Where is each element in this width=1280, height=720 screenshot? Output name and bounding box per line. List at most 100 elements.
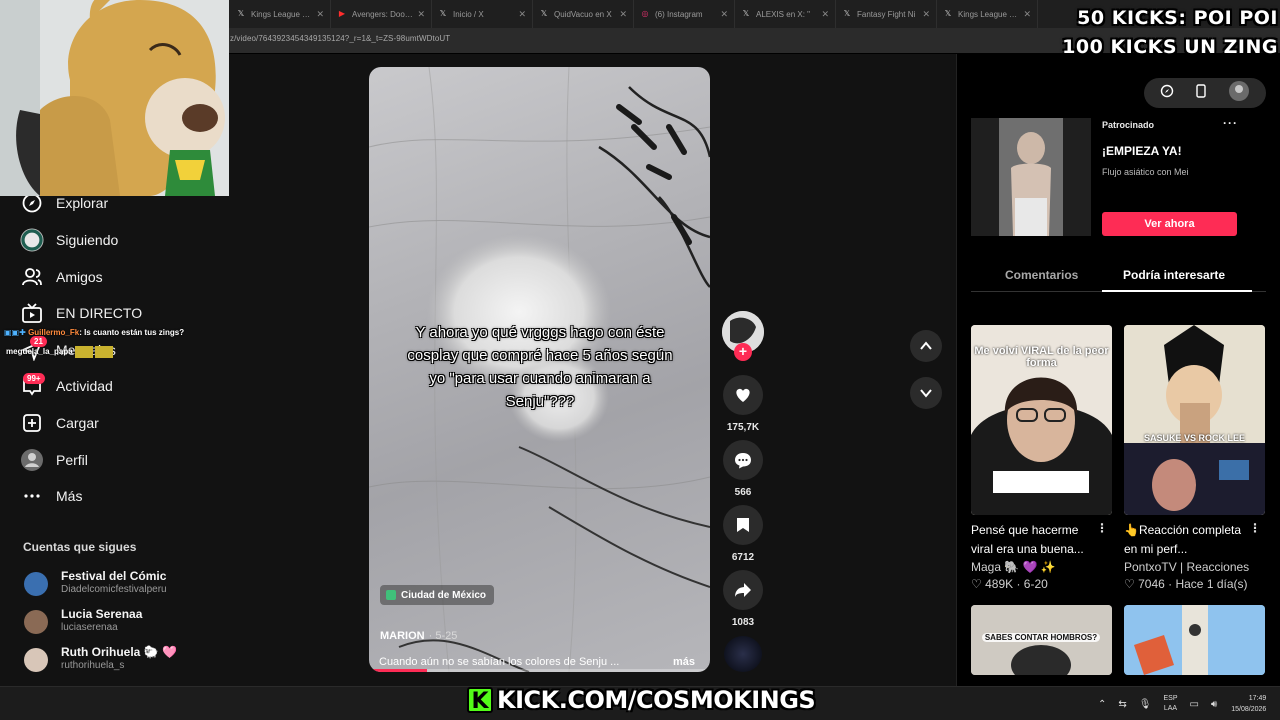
next-video-button[interactable] [910, 377, 942, 409]
video-player[interactable]: Y ahora yo qué vrgggs hago con éste cosp… [369, 67, 710, 672]
account-handle: luciaserenaa [61, 622, 118, 633]
followed-account[interactable]: Festival del Cómic Diadelcomicfestivalper… [24, 569, 167, 596]
close-icon[interactable]: ✕ [821, 9, 829, 20]
phone-icon[interactable] [1195, 83, 1207, 103]
like-action[interactable]: 175,7K [722, 375, 764, 433]
ad-subtitle: Flujo asiático con Mei [1102, 167, 1189, 177]
profile-icon [20, 448, 44, 472]
view-count: 489K [985, 577, 1014, 591]
video-thumbnail[interactable]: Me volví VIRAL de la peor forma [971, 325, 1112, 515]
recommended-video-thumbnail[interactable]: SABES CONTAR HOMBROS? [971, 605, 1112, 675]
close-icon[interactable]: ✕ [518, 9, 526, 20]
video-progress-bar[interactable] [369, 669, 710, 672]
sidebar-item-en-directo[interactable]: EN DIRECTO [20, 300, 142, 326]
volume-icon[interactable]: 🔊︎ [1211, 699, 1217, 710]
sidebar-item-amigos[interactable]: Amigos [20, 264, 103, 290]
network-icon[interactable]: ⇆ [1118, 699, 1126, 710]
heart-icon[interactable] [723, 375, 763, 415]
wifi-icon[interactable]: ▭ [1190, 699, 1199, 710]
lang-layout: LAA [1163, 705, 1178, 712]
system-clock[interactable]: 17:49 15/08/2026 [1231, 693, 1266, 715]
follow-plus-button[interactable]: + [734, 343, 752, 361]
share-action[interactable]: 1083 [722, 570, 764, 628]
account-name: Ruth Orihuela 🐑 🩷 [61, 645, 177, 659]
close-icon[interactable]: ✕ [922, 9, 930, 20]
recommended-video-card[interactable]: SASUKE VS ROCK LEE 👆Reacción completa en… [1124, 325, 1265, 593]
close-icon[interactable]: ✕ [619, 9, 627, 20]
video-overlay-text: Y ahora yo qué vrgggs hago con éste cosp… [407, 324, 673, 410]
browser-tab[interactable]: 𝕏 Kings League Op ✕ [937, 0, 1038, 28]
bookmark-icon[interactable] [723, 505, 763, 545]
location-pin-icon [386, 590, 396, 600]
video-title[interactable]: 👆Reacción completa en mi perf... [1124, 521, 1252, 559]
bear-mascot-image [0, 0, 229, 196]
recommended-video-card[interactable]: Me volví VIRAL de la peor forma Pensé qu… [971, 325, 1112, 593]
chevron-up-icon[interactable]: ⌃ [1098, 699, 1106, 710]
tab-label: ALEXIS en X: " [756, 9, 810, 19]
chevron-up-icon [920, 341, 932, 350]
save-count: 6712 [731, 552, 755, 563]
close-icon[interactable]: ✕ [720, 9, 728, 20]
tab-podria-interesarte[interactable]: Podría interesarte [1123, 268, 1225, 282]
language-indicator[interactable]: ESP LAA [1163, 694, 1177, 714]
save-action[interactable]: 6712 [722, 505, 764, 563]
more-options-icon[interactable]: ··· [1223, 116, 1238, 130]
previous-video-button[interactable] [910, 330, 942, 362]
share-icon[interactable] [723, 570, 763, 610]
tab-comentarios[interactable]: Comentarios [1005, 268, 1078, 282]
browser-tab[interactable]: ◎ (6) Instagram ✕ [634, 0, 735, 28]
clock-time: 17:49 [1248, 695, 1267, 702]
compass-icon[interactable] [1160, 84, 1174, 103]
followed-account[interactable]: Lucia Serenaa luciaserenaa [24, 607, 142, 634]
followed-account[interactable]: Ruth Orihuela 🐑 🩷 ruthorihuela_s [24, 645, 177, 672]
browser-tab[interactable]: 𝕏 Inicio / X ✕ [432, 0, 533, 28]
goal-line-2: 100 KICKS UN ZING [1062, 36, 1278, 58]
streamer-webcam [0, 0, 229, 196]
upload-icon [20, 411, 44, 435]
close-icon[interactable]: ✕ [1023, 9, 1031, 20]
comment-action[interactable]: 566 [722, 440, 764, 498]
sidebar-item-mas[interactable]: Más [20, 483, 82, 509]
more-options-icon[interactable]: ⋮ [1096, 521, 1108, 535]
play-icon: ♡ [971, 577, 986, 591]
video-author-row[interactable]: MARION · 5-25 [380, 630, 457, 642]
music-disc-icon[interactable] [724, 636, 762, 672]
more-options-icon[interactable]: ⋮ [1249, 521, 1261, 535]
browser-tab[interactable]: 𝕏 QuidVacuo en X ✕ [533, 0, 634, 28]
chat-badge-icon: ▣▣✚ [4, 328, 26, 337]
kick-logo-icon: K [467, 687, 493, 714]
user-avatar[interactable] [1228, 80, 1250, 107]
browser-tab[interactable]: ▶ Avengers: Dooms ✕ [331, 0, 432, 28]
comment-icon[interactable] [723, 440, 763, 480]
location-label: Ciudad de México [401, 589, 487, 601]
author-name[interactable]: MARION [380, 630, 425, 642]
browser-tab[interactable]: 𝕏 ALEXIS en X: " ✕ [735, 0, 836, 28]
video-author[interactable]: PontxoTV | Reacciones [1124, 559, 1265, 576]
sidebar-item-label: Más [56, 488, 83, 504]
more-link[interactable]: más [673, 656, 695, 668]
browser-tab[interactable]: 𝕏 Fantasy Fight Ni ✕ [836, 0, 937, 28]
ad-thumbnail[interactable] [971, 118, 1091, 236]
video-thumbnail[interactable]: SASUKE VS ROCK LEE [1124, 325, 1265, 515]
location-tag[interactable]: Ciudad de México [380, 585, 495, 605]
post-date: 6-20 [1023, 577, 1048, 591]
sidebar-item-cargar[interactable]: Cargar [20, 410, 99, 436]
ad-cta-button[interactable]: Ver ahora [1102, 212, 1237, 236]
video-description-row: Cuando aún no se sabían los colores de S… [379, 656, 695, 668]
close-icon[interactable]: ✕ [316, 9, 324, 20]
account-handle: Diadelcomicfestivalperu [61, 584, 167, 595]
chat-username: meguela_la_papa [6, 347, 73, 357]
video-author[interactable]: Maga 🐘 💜 ✨ [971, 559, 1112, 576]
video-title[interactable]: Pensé que hacerme viral era una buena... [971, 521, 1099, 559]
recommended-video-thumbnail[interactable] [1124, 605, 1265, 675]
url-text[interactable]: z/video/7643923454349135124?_r=1&_t=ZS-9… [230, 34, 450, 43]
sidebar-item-siguiendo[interactable]: Siguiendo [20, 227, 118, 253]
close-icon[interactable]: ✕ [417, 9, 425, 20]
microphone-icon[interactable]: 🎙︎ [1139, 699, 1152, 710]
browser-tab[interactable]: 𝕏 Kings League Op ✕ [230, 0, 331, 28]
kick-channel-url: KICK.COM/COSMOKINGS [497, 686, 816, 714]
lang-code: ESP [1163, 695, 1178, 702]
chat-text: : Is cuanto están tus zings? [79, 328, 185, 337]
sidebar-item-perfil[interactable]: Perfil [20, 447, 88, 473]
stream-chat-message-2: meguela_la_papa [6, 346, 113, 358]
